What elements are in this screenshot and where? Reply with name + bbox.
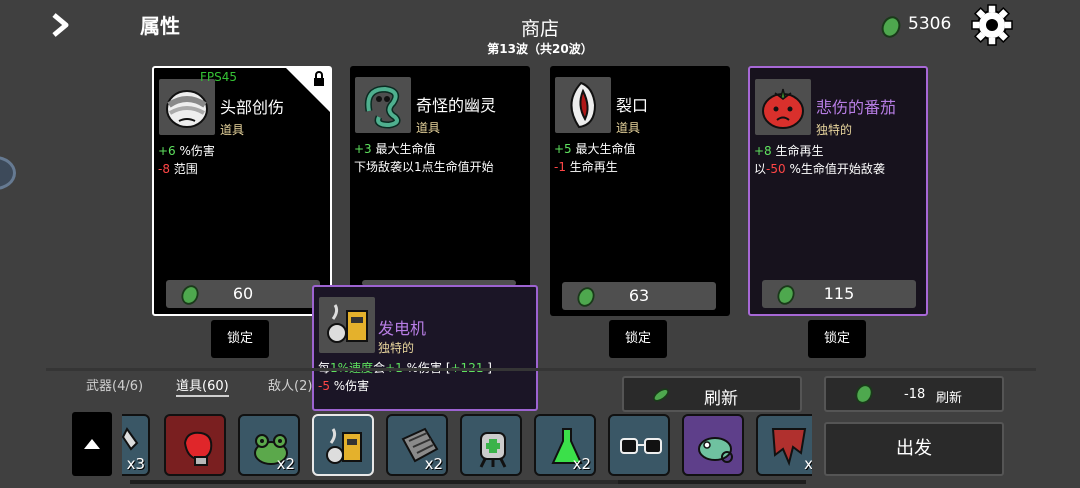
gear-icon[interactable] [970,3,1014,47]
shop-card-sad-tomato[interactable]: 悲伤的番茄 独特的 +8 生命再生 以-50 %生命值开始敌袭 115 [748,66,928,316]
card-name: 裂口 [616,96,649,115]
lock-button-3[interactable]: 锁定 [609,320,667,358]
card-name: 悲伤的番茄 [816,98,897,117]
inventory-slot[interactable] [164,414,226,476]
inventory-slot[interactable] [312,414,374,476]
refresh-button[interactable]: 刷新 [622,376,802,412]
inventory-slot[interactable]: x2 [386,414,448,476]
tomato-icon [755,79,811,135]
tab-weapons[interactable]: 武器(4/6) [86,375,143,394]
card-stats: +8 生命再生 以-50 %生命值开始敌袭 [754,144,885,176]
lock-button-4[interactable]: 锁定 [808,320,866,358]
inventory-slot[interactable] [682,414,744,476]
side-tab-orb[interactable] [0,156,16,190]
reroll-cost: -18 [904,387,926,402]
generator-icon [326,428,362,464]
scroll-up-button[interactable] [72,412,112,476]
wave-counter: 第13波（共20波） [487,42,593,56]
lock-icon [286,68,330,112]
shop-title: 商店 [520,18,559,40]
card-price: 63 [628,286,650,305]
buy-button[interactable]: 115 [762,280,916,308]
card-price: 60 [232,284,254,303]
inventory-scroll-thumb[interactable] [510,480,618,484]
ghost-icon [355,77,411,133]
generator-icon [319,297,375,353]
inventory-slot[interactable]: x3 [122,414,150,476]
glasses-icon [620,438,662,454]
reroll-label: 刷新 [936,391,963,406]
card-type: 道具 [416,121,441,135]
card-type: 道具 [220,123,245,137]
chameleon-icon [698,437,733,463]
card-name: 奇怪的幽灵 [416,96,497,115]
tab-enemies[interactable]: 敌人(2) [268,375,312,394]
material-coin-icon [653,388,669,402]
card-type: 道具 [616,121,641,135]
shop-card-scar[interactable]: 裂口 道具 +5 最大生命值 -1 生命再生 63 [550,66,730,316]
inventory-scrollbar[interactable] [130,480,806,484]
inventory-strip[interactable]: x3 x2 x2 x2 x [122,410,812,480]
reroll-button[interactable]: -18 刷新 [824,376,1004,412]
head-injury-icon [159,79,215,135]
lock-button-1[interactable]: 锁定 [211,320,269,358]
card-name: 头部创伤 [220,98,285,117]
buy-button[interactable]: 63 [562,282,716,310]
item-tooltip: 发电机 独特的 每1%速度会+1 %伤害 [+121 ] -5 %伤害 [312,285,538,411]
divider [46,368,1036,371]
inventory-slot[interactable]: x2 [534,414,596,476]
card-price: 115 [823,284,855,303]
tab-items[interactable]: 道具(60) [176,375,229,397]
refresh-label: 刷新 [704,389,738,409]
buy-button[interactable]: 60 [166,280,320,308]
materials-count: 5306 [908,14,952,34]
material-coin-icon [881,16,901,38]
card-stats: +6 %伤害 -8 范围 [158,144,215,176]
card-type: 独特的 [816,123,853,137]
card-stats: +5 最大生命值 -1 生命再生 [554,142,636,174]
inventory-slot[interactable] [460,414,522,476]
inventory-slot[interactable] [608,414,670,476]
fps-counter: FPS45 [200,70,238,84]
tooltip-stats: 每1%速度会+1 %伤害 [+121 ] -5 %伤害 [318,361,492,393]
inventory-slot[interactable]: x [756,414,812,476]
scar-icon [555,77,611,133]
triangle-up-icon [84,439,100,449]
robot-head-icon [479,432,507,468]
back-arrow-icon[interactable] [48,12,74,38]
tooltip-name: 发电机 [378,319,427,338]
card-stats: +3 最大生命值 下场敌袭以1点生命值开始 [354,142,494,174]
inventory-slot[interactable]: x2 [238,414,300,476]
go-button[interactable]: 出发 [824,422,1004,476]
material-coin-icon [855,384,873,404]
shop-card-strange-ghost[interactable]: 奇怪的幽灵 道具 +3 最大生命值 下场敌袭以1点生命值开始 [350,66,530,316]
boxing-glove-icon [183,431,213,466]
attributes-tab[interactable]: 属性 [140,10,180,39]
tooltip-type: 独特的 [378,341,415,355]
